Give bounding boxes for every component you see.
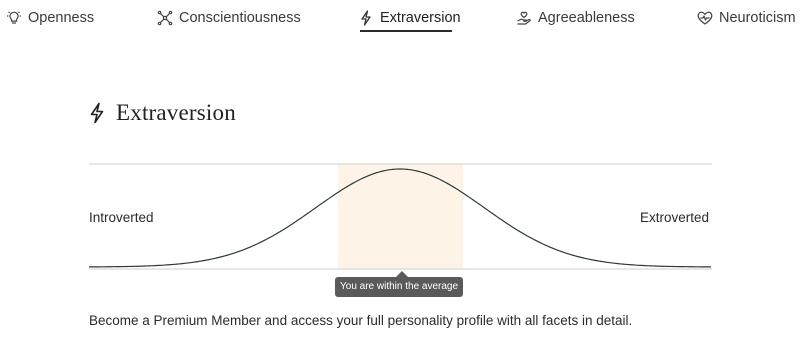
page: Openness Conscientiousness Extraversion … (0, 0, 800, 339)
extroverted-label: Extroverted (640, 210, 710, 225)
average-range-highlight (338, 164, 463, 269)
premium-cta-text: Become a Premium Member and access your … (89, 313, 633, 328)
introverted-label: Introverted (89, 210, 154, 225)
result-tooltip: You are within the average (335, 277, 464, 297)
